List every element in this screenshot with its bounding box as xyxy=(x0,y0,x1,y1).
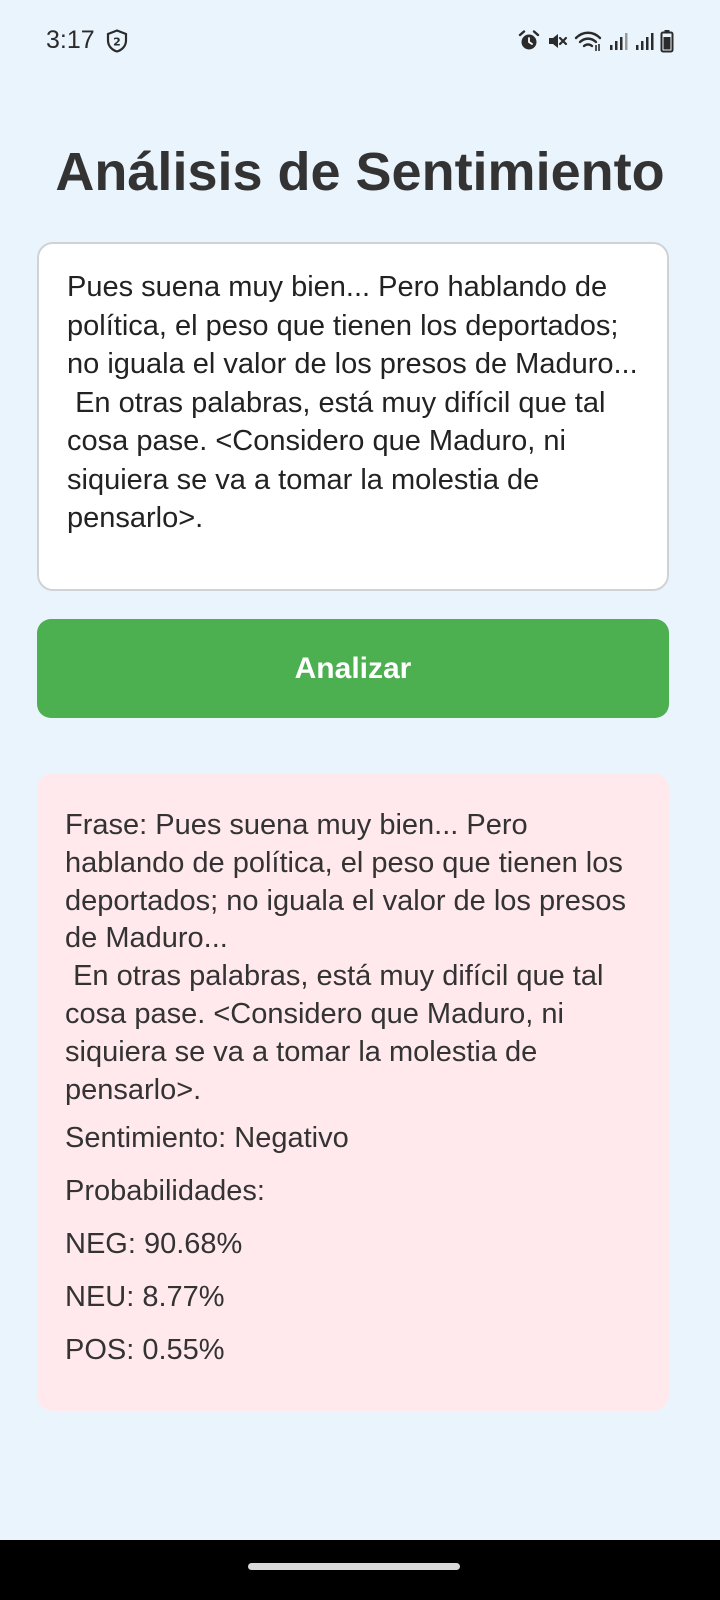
navigation-bar xyxy=(0,1540,720,1600)
result-phrase: Frase: Pues suena muy bien... Pero habla… xyxy=(65,809,627,1106)
result-sentiment: Sentimiento: Negativo xyxy=(65,1122,349,1155)
status-time: 3:17 xyxy=(46,26,95,54)
mute-icon xyxy=(546,30,568,52)
battery-icon xyxy=(660,29,674,53)
sentence-input[interactable]: Pues suena muy bien... Pero hablando de … xyxy=(37,242,669,591)
result-card: Frase: Pues suena muy bien... Pero habla… xyxy=(37,773,669,1411)
result-pos: POS: 0.55% xyxy=(65,1334,225,1367)
result-neu: NEU: 8.77% xyxy=(65,1281,225,1314)
page-title: Análisis de Sentimiento xyxy=(55,142,665,202)
svg-text:2: 2 xyxy=(113,36,121,49)
result-probabilities-label: Probabilidades: xyxy=(65,1175,265,1208)
shield-2-icon: 2 xyxy=(106,29,128,53)
signal-icon-2 xyxy=(634,30,654,52)
analyze-button[interactable]: Analizar xyxy=(37,619,669,718)
status-bar: 3:17 2 xyxy=(0,0,720,84)
wifi-icon xyxy=(574,30,602,52)
signal-icon-1 xyxy=(608,30,628,52)
home-indicator[interactable] xyxy=(248,1563,460,1570)
status-icons xyxy=(518,28,674,54)
result-neg: NEG: 90.68% xyxy=(65,1228,243,1261)
alarm-icon xyxy=(518,30,540,52)
